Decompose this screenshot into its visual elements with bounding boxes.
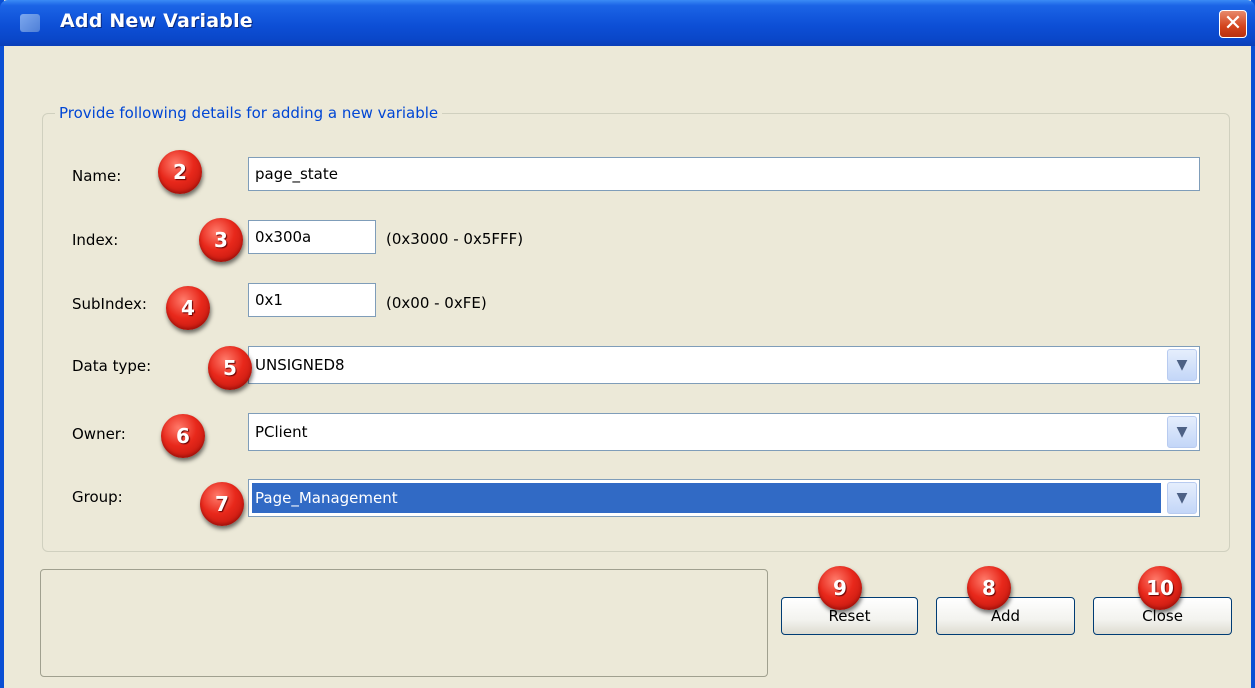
title-bar[interactable]: Add New Variable ✕ xyxy=(0,0,1255,46)
group-label: Group: xyxy=(72,488,123,506)
owner-select[interactable]: PClient ▼ xyxy=(248,413,1200,451)
close-icon: ✕ xyxy=(1223,11,1243,36)
callout-badge: 6 xyxy=(161,414,205,458)
name-label: Name: xyxy=(72,167,122,185)
subindex-field[interactable]: 0x1 xyxy=(248,283,376,317)
status-panel xyxy=(40,569,768,677)
callout-badge: 7 xyxy=(200,482,244,526)
add-button[interactable]: Add xyxy=(936,597,1075,635)
callout-badge: 4 xyxy=(166,286,210,330)
index-range-hint: (0x3000 - 0x5FFF) xyxy=(386,230,524,248)
index-field[interactable]: 0x300a xyxy=(248,220,376,254)
datatype-label: Data type: xyxy=(72,357,152,375)
callout-badge: 3 xyxy=(199,218,243,262)
callout-badge: 10 xyxy=(1138,566,1182,610)
dialog-window: Add New Variable ✕ Provide following det… xyxy=(0,0,1255,688)
group-select[interactable]: Page_Management ▼ xyxy=(248,479,1200,517)
app-icon xyxy=(20,14,40,32)
window-title: Add New Variable xyxy=(60,10,253,32)
callout-badge: 8 xyxy=(967,566,1011,610)
datatype-select[interactable]: UNSIGNED8 ▼ xyxy=(248,346,1200,384)
chevron-down-icon[interactable]: ▼ xyxy=(1167,416,1197,448)
group-selected-value: Page_Management xyxy=(252,483,1161,513)
callout-badge: 5 xyxy=(208,346,252,390)
datatype-selected-value: UNSIGNED8 xyxy=(255,356,345,374)
subindex-label: SubIndex: xyxy=(72,295,147,313)
callout-badge: 2 xyxy=(158,150,202,194)
group-legend: Provide following details for adding a n… xyxy=(59,104,439,122)
chevron-down-icon[interactable]: ▼ xyxy=(1167,349,1197,381)
subindex-range-hint: (0x00 - 0xFE) xyxy=(386,294,487,312)
callout-badge: 9 xyxy=(818,566,862,610)
name-field[interactable]: page_state xyxy=(248,157,1200,191)
owner-label: Owner: xyxy=(72,425,126,443)
chevron-down-icon[interactable]: ▼ xyxy=(1167,482,1197,514)
index-label: Index: xyxy=(72,231,119,249)
owner-selected-value: PClient xyxy=(255,423,308,441)
close-window-button[interactable]: ✕ xyxy=(1219,10,1247,38)
